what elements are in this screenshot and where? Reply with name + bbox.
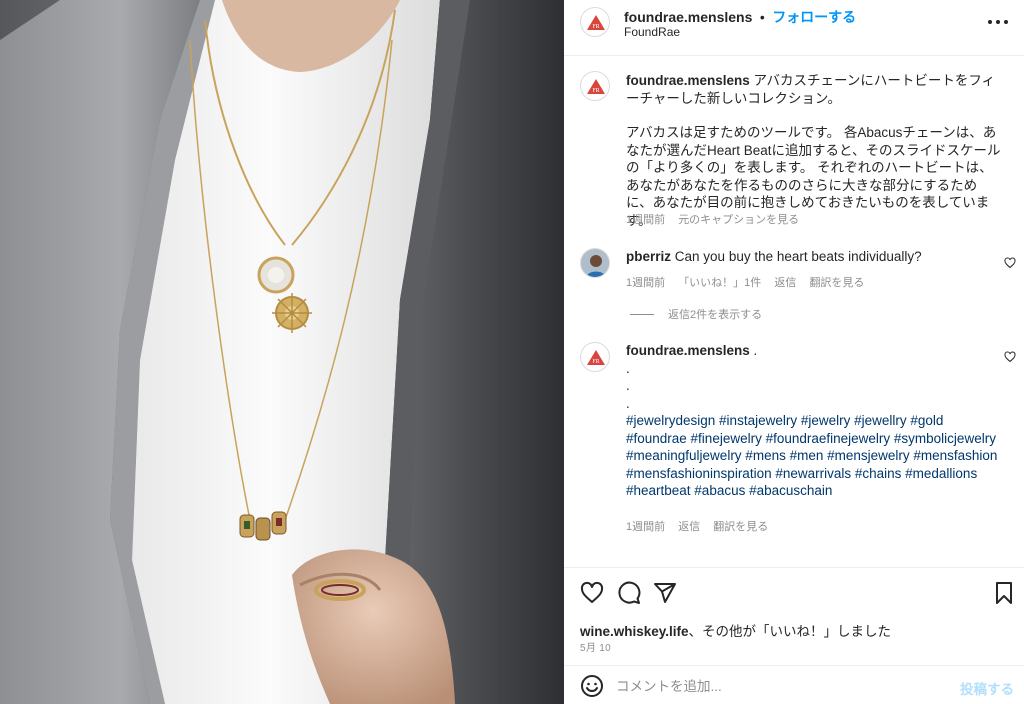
share-icon[interactable]: [653, 581, 677, 605]
post-photo[interactable]: [0, 0, 564, 704]
photo-illustration: [0, 0, 564, 704]
commenter-avatar[interactable]: [580, 248, 610, 278]
separator-dot: •: [759, 9, 765, 25]
comment-input[interactable]: [616, 676, 936, 696]
replies-divider: [630, 313, 654, 315]
liked-by-user[interactable]: wine.whiskey.life: [580, 624, 689, 639]
author-comment-avatar[interactable]: FR: [580, 342, 610, 372]
dot-line: .: [626, 360, 630, 376]
post-panel: FR foundrae.menslens • フォローする FoundRae F…: [564, 0, 1024, 704]
comment-likes[interactable]: 「いいね！」1件: [678, 277, 761, 289]
author-comment-username[interactable]: foundrae.menslens: [626, 343, 750, 358]
like-comment-heart-icon[interactable]: [1004, 351, 1016, 363]
heart-icon[interactable]: [580, 581, 604, 605]
caption-text: foundrae.menslens アバカスチェーンにハートビートをフィーチャー…: [626, 72, 1001, 229]
emoji-icon[interactable]: [580, 674, 604, 698]
post-actions: wine.whiskey.life、その他が「いいね！」しました 5月 10: [564, 567, 1024, 671]
caption-time: 1週間前: [626, 214, 666, 226]
author-comment-text: foundrae.menslens . . . . #jewelrydesign…: [626, 342, 1001, 500]
see-translation-button[interactable]: 翻訳を見る: [809, 277, 864, 289]
header-title-row: foundrae.menslens • フォローする: [624, 7, 856, 27]
dot-line: .: [626, 378, 630, 393]
comment-body: Can you buy the heart beats individually…: [674, 249, 922, 264]
svg-text:FR: FR: [592, 359, 599, 365]
post-comment-button[interactable]: 投稿する: [960, 678, 1014, 698]
dot-line: .: [626, 395, 630, 411]
author-comment-time: 1週間前: [626, 521, 666, 533]
comments-list[interactable]: FR foundrae.menslens アバカスチェーンにハートビートをフィー…: [564, 57, 1024, 567]
hashtags[interactable]: #jewelrydesign #instajewelry #jewelry #j…: [626, 412, 1001, 500]
user-photo-icon: [581, 249, 609, 277]
more-horizontal-icon[interactable]: [986, 10, 1010, 34]
view-replies-button[interactable]: 返信2件を表示する: [630, 306, 762, 322]
caption-avatar[interactable]: FR: [580, 71, 610, 101]
post-header: FR foundrae.menslens • フォローする FoundRae: [564, 0, 1024, 56]
author-username[interactable]: foundrae.menslens: [624, 9, 752, 25]
reply-button[interactable]: 返信: [774, 277, 796, 289]
caption-username[interactable]: foundrae.menslens: [626, 73, 750, 88]
liked-by-suffix: 、その他が「いいね！」しました: [688, 624, 892, 639]
post-subtitle[interactable]: FoundRae: [624, 25, 680, 39]
see-original-caption-button[interactable]: 元のキャプションを見る: [678, 214, 799, 226]
svg-text:FR: FR: [592, 24, 599, 30]
commenter-username[interactable]: pberriz: [626, 249, 671, 264]
foundrae-logo-icon: FR: [587, 79, 605, 94]
like-comment-heart-icon[interactable]: [1004, 257, 1016, 269]
author-comment-meta: 1週間前 返信 翻訳を見る: [626, 518, 778, 534]
author-comment-body: .: [753, 343, 758, 358]
comment-meta: 1週間前 「いいね！」1件 返信 翻訳を見る: [626, 274, 874, 290]
caption-meta: 1週間前 元のキャプションを見る: [626, 211, 809, 227]
comment-text: pberriz Can you buy the heart beats indi…: [626, 248, 1001, 266]
comment-time: 1週間前: [626, 277, 666, 289]
svg-text:FR: FR: [592, 88, 599, 94]
view-replies-label: 返信2件を表示する: [668, 309, 763, 321]
reply-button[interactable]: 返信: [678, 521, 700, 533]
foundrae-logo-icon: FR: [587, 15, 605, 30]
foundrae-logo-icon: FR: [587, 350, 605, 365]
liked-by[interactable]: wine.whiskey.life、その他が「いいね！」しました: [580, 620, 891, 640]
see-translation-button[interactable]: 翻訳を見る: [713, 521, 768, 533]
post-date: 5月 10: [580, 643, 611, 654]
bookmark-icon[interactable]: [992, 581, 1016, 605]
comment-composer: 投稿する: [564, 665, 1024, 704]
comment-icon[interactable]: [617, 581, 641, 605]
author-avatar[interactable]: FR: [580, 7, 610, 37]
follow-button[interactable]: フォローする: [772, 9, 856, 25]
